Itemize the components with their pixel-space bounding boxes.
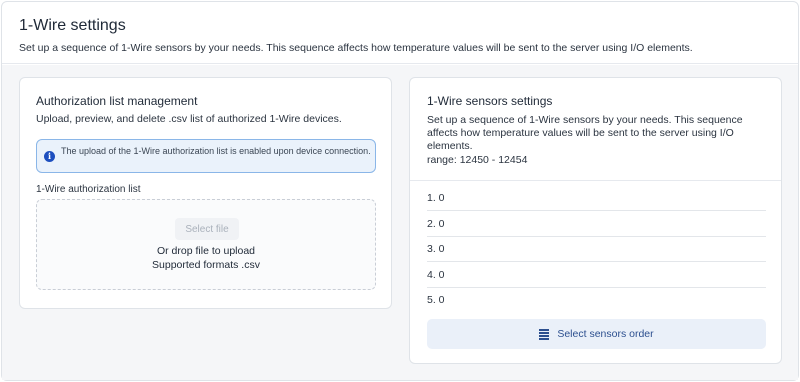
select-file-button[interactable]: Select file <box>175 218 239 240</box>
page-subtitle: Set up a sequence of 1-Wire sensors by y… <box>19 42 693 54</box>
sensor-item-3: 3. 0 <box>427 236 766 262</box>
authorization-list-label: 1-Wire authorization list <box>36 184 141 195</box>
sensors-divider <box>410 180 781 181</box>
info-alert: i The upload of the 1-Wire authorization… <box>36 139 376 173</box>
select-sensors-order-button[interactable]: Select sensors order <box>427 319 766 349</box>
page-header: 1-Wire settings Set up a sequence of 1-W… <box>2 2 798 64</box>
page-title: 1-Wire settings <box>19 17 126 34</box>
sensor-item-5: 5. 0 <box>427 294 445 306</box>
authorization-card-title: Authorization list management <box>36 94 198 108</box>
sensors-settings-card: 1-Wire sensors settings Set up a sequenc… <box>409 77 782 364</box>
drop-file-text: Or drop file to upload <box>156 245 256 257</box>
file-dropzone[interactable]: Select file Or drop file to upload Suppo… <box>36 199 376 290</box>
sensor-item-4: 4. 0 <box>427 262 766 288</box>
info-icon: i <box>44 151 55 162</box>
info-alert-text: The upload of the 1-Wire authorization l… <box>61 146 371 156</box>
select-sensors-order-label: Select sensors order <box>557 328 654 340</box>
authorization-card-description: Upload, preview, and delete .csv list of… <box>36 113 342 125</box>
sensors-card-description: Set up a sequence of 1-Wire sensors by y… <box>427 114 743 152</box>
list-icon <box>539 329 550 340</box>
sensors-card-title: 1-Wire sensors settings <box>427 94 553 108</box>
settings-page: 1-Wire settings Set up a sequence of 1-W… <box>1 1 799 381</box>
sensor-item-2: 2. 0 <box>427 211 766 237</box>
authorization-list-card: Authorization list management Upload, pr… <box>19 77 392 309</box>
page-body: Authorization list management Upload, pr… <box>2 65 798 380</box>
sensor-item-1: 1. 0 <box>427 185 766 211</box>
sensors-range-text: range: 12450 - 12454 <box>427 154 528 166</box>
supported-formats-text: Supported formats .csv <box>152 259 260 271</box>
